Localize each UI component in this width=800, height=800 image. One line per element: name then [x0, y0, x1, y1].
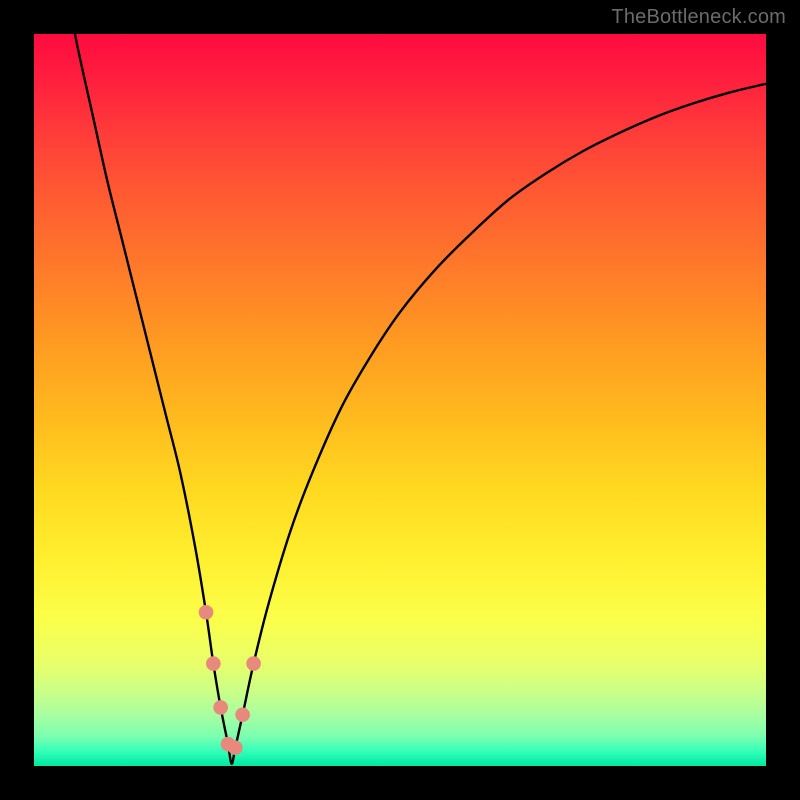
curve-layer — [34, 34, 766, 766]
watermark-text: TheBottleneck.com — [611, 6, 786, 29]
plot-area — [34, 34, 766, 766]
bottleneck-curve — [63, 34, 766, 764]
curve-marker — [246, 656, 261, 671]
curve-marker — [199, 605, 214, 620]
curve-marker — [206, 656, 221, 671]
curve-marker — [228, 740, 243, 755]
curve-marker — [235, 707, 250, 722]
chart-frame: TheBottleneck.com — [0, 0, 800, 800]
curve-marker — [213, 700, 228, 715]
